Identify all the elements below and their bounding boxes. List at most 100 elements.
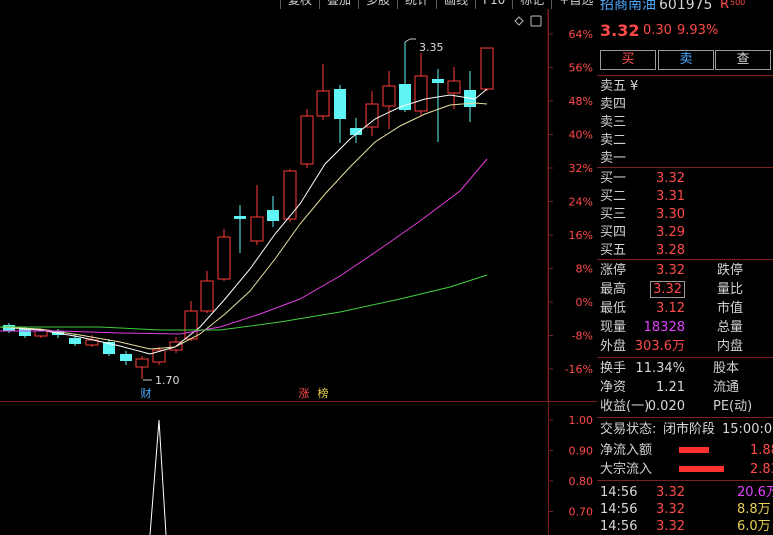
candle — [200, 271, 214, 313]
sell-order-row: 卖五 ¥ — [597, 78, 773, 95]
ma10-line — [0, 102, 488, 350]
buy-order-price: 3.30 — [656, 207, 685, 222]
trade-status-label: 交易状态: — [600, 422, 657, 437]
buy-order-price: 3.28 — [656, 243, 685, 258]
pct-label: 48% — [569, 95, 593, 108]
stat-row: 现量 18328 总量 — [597, 319, 773, 336]
trade-status: 交易状态: 闭市阶段 15:00:06 — [597, 421, 773, 438]
candlestick-chart[interactable]: 64% 56% 48% 40% 32% 24% 16% 8% 0% -8% -16% 3.35 1.70… — [0, 9, 597, 401]
diamond-icon[interactable] — [514, 16, 524, 26]
stat-value: 3.32 — [656, 263, 685, 278]
stat-row: 净资 1.21 流通 — [597, 379, 773, 396]
buy-order-price: 3.32 — [656, 171, 685, 186]
stat-label-right: 总量 — [717, 320, 744, 335]
stat-label-right: 内盘 — [717, 339, 744, 354]
event-marker[interactable]: 榜 — [318, 386, 329, 400]
candle — [250, 185, 264, 245]
pct-label: 0% — [576, 296, 593, 309]
stat-label: 现量 — [600, 320, 627, 335]
panel-divider — [597, 259, 773, 260]
stat-row: 涨停 3.32 跌停 — [597, 262, 773, 279]
stat-value: 18328 — [643, 320, 685, 335]
tick-price: 3.32 — [656, 485, 685, 500]
pct-label: 16% — [569, 229, 593, 242]
toolbar-button[interactable]: 多股 — [358, 0, 397, 9]
ind-label: 1.00 — [569, 414, 594, 427]
trade-status-value: 闭市阶段 — [663, 422, 716, 437]
high-marker — [404, 38, 411, 43]
candle — [414, 53, 428, 115]
ma5-line — [0, 88, 488, 355]
stat-label-right: 流通 — [713, 380, 740, 395]
stat-label: 最低 — [600, 301, 627, 316]
sell-order-price: ¥ — [630, 79, 639, 94]
stat-label-right: 量比 — [717, 282, 744, 297]
toolbar-button[interactable]: +自选 — [551, 0, 600, 9]
flow-label: 大宗流入 — [600, 462, 653, 477]
price-change: 0.30 — [643, 23, 672, 38]
flow-bar — [679, 466, 724, 472]
toolbar-button[interactable]: 叠加 — [319, 0, 358, 9]
candle — [283, 169, 297, 222]
ind-label: 0.70 — [569, 506, 594, 519]
tick-volume: 6.0万 — [737, 519, 771, 534]
pct-label: -8% — [572, 330, 593, 343]
candle — [152, 347, 166, 365]
candle — [382, 71, 396, 129]
toolbar-button[interactable]: 标记 — [512, 0, 551, 9]
event-marker[interactable]: 涨 — [299, 387, 310, 400]
toolbar-button[interactable]: 画线 — [436, 0, 475, 9]
stat-label-right: PE(动) — [713, 399, 753, 414]
stat-value: 1.21 — [656, 380, 685, 395]
price-line: 3.32 0.30 9.93% — [597, 21, 773, 41]
sell-order-label: 卖二 — [600, 133, 627, 148]
ind-label: 0.90 — [569, 445, 594, 458]
buy-button[interactable]: 买 — [600, 50, 656, 70]
stat-label: 最高 — [600, 282, 627, 297]
stock-code: 601975 — [659, 0, 713, 13]
buy-order-price: 3.31 — [656, 189, 685, 204]
flow-value: 1.88 — [750, 443, 773, 458]
stat-row: 收益(一) 0.020 PE(动) — [597, 398, 773, 415]
panel-divider — [597, 75, 773, 76]
query-button[interactable]: 查 — [715, 50, 771, 70]
candle — [267, 196, 279, 227]
stock-header: 招商南油 601975 R 500 — [597, 0, 773, 15]
quote-panel: 招商南油 601975 R 500 3.32 0.30 9.93% 买 卖 查 … — [597, 0, 773, 535]
toolbar-button[interactable]: 统计 — [397, 0, 436, 9]
flow-bar — [679, 447, 709, 453]
tick-volume: 20.6万 — [737, 485, 773, 500]
buy-order-label: 买三 — [600, 207, 627, 222]
stat-label-right: 跌停 — [717, 263, 744, 278]
candle — [300, 109, 314, 168]
axis-divider — [548, 9, 549, 535]
event-marker[interactable]: 财 — [141, 386, 152, 400]
sell-button[interactable]: 卖 — [658, 50, 714, 70]
toolbar-button[interactable]: 复权 — [280, 0, 319, 9]
panel-divider — [597, 167, 773, 168]
pct-label: 32% — [569, 162, 593, 175]
candle — [217, 229, 231, 281]
ma30-line — [0, 158, 488, 335]
stat-label: 换手 — [600, 361, 627, 376]
buy-order-row: 买二 3.31 — [597, 188, 773, 205]
tick-price: 3.32 — [656, 519, 685, 534]
candle — [399, 42, 411, 112]
buy-order-label: 买五 — [600, 243, 627, 258]
settings-icon[interactable] — [530, 15, 542, 27]
stat-value: 3.32 — [650, 281, 685, 298]
indicator-line — [149, 419, 167, 535]
stat-row: 最低 3.12 市值 — [597, 300, 773, 317]
stock-tag: R — [720, 0, 730, 12]
toolbar-button[interactable]: F10 — [475, 0, 512, 9]
last-price: 3.32 — [600, 21, 640, 40]
indicator-chart[interactable]: 1.00 0.90 0.80 0.70 — [0, 402, 597, 535]
high-label: 3.35 — [419, 41, 444, 54]
tick-time: 14:56 — [600, 485, 638, 500]
stat-row: 换手 11.34% 股本 — [597, 360, 773, 377]
flow-label: 净流入额 — [600, 443, 653, 458]
pct-label: 56% — [569, 62, 593, 75]
pct-label: 24% — [569, 196, 593, 209]
buy-order-row: 买五 3.28 — [597, 242, 773, 259]
buy-order-label: 买四 — [600, 225, 627, 240]
